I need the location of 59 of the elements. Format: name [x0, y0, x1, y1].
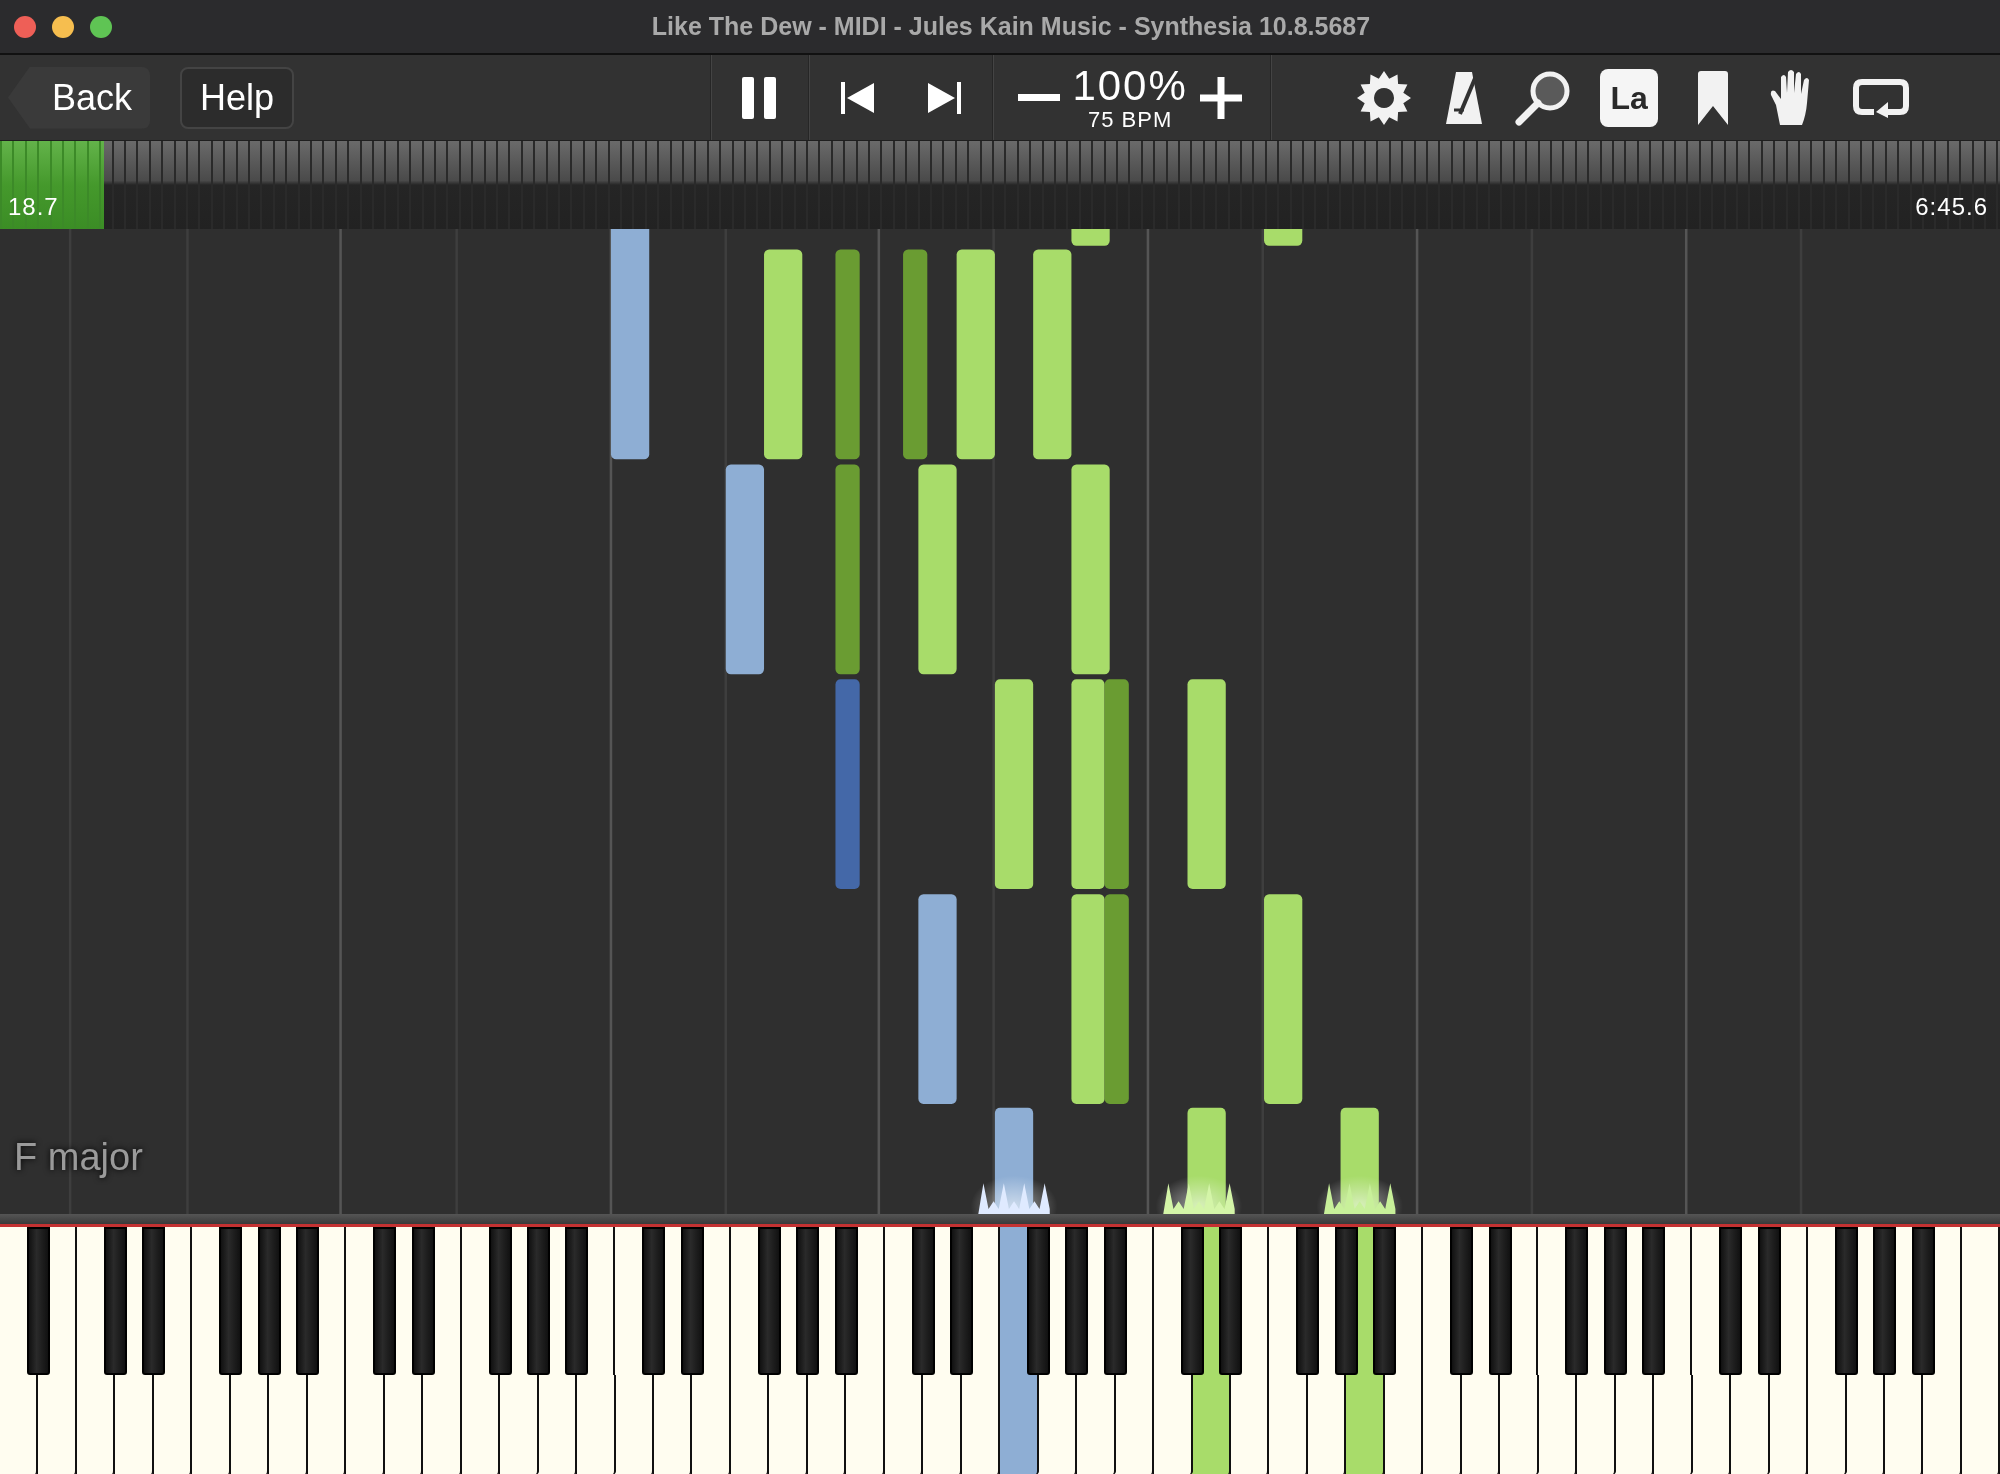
sharp-key[interactable]	[796, 1227, 820, 1376]
sharp-key[interactable]	[142, 1227, 166, 1376]
sharp-key[interactable]	[1642, 1227, 1666, 1376]
sharp-key[interactable]	[680, 1227, 704, 1376]
skip-forward-icon[interactable]	[926, 79, 963, 116]
sharp-key[interactable]	[1603, 1227, 1627, 1376]
help-button[interactable]: Help	[180, 66, 295, 129]
sharp-key[interactable]	[526, 1227, 550, 1376]
sharp-key[interactable]	[1719, 1227, 1743, 1376]
sharp-key[interactable]	[373, 1227, 397, 1376]
sharp-key[interactable]	[1565, 1227, 1589, 1376]
close-button[interactable]	[14, 15, 36, 38]
note-bar	[1071, 229, 1110, 246]
sharp-key[interactable]	[257, 1227, 281, 1376]
sharp-key[interactable]	[950, 1227, 974, 1376]
sharp-key[interactable]	[834, 1227, 858, 1376]
sharp-key[interactable]	[103, 1227, 127, 1376]
plus-icon[interactable]	[1200, 76, 1243, 119]
sharp-key[interactable]	[296, 1227, 320, 1376]
sharp-key[interactable]	[1834, 1227, 1858, 1376]
sharp-key[interactable]	[219, 1227, 243, 1376]
sharp-key[interactable]	[757, 1227, 781, 1376]
sharp-key[interactable]	[1911, 1227, 1935, 1376]
sharp-key[interactable]	[1873, 1227, 1897, 1376]
key-signature: F major	[14, 1135, 143, 1180]
speed-percent: 100%	[1072, 64, 1188, 107]
sharp-key[interactable]	[1065, 1227, 1089, 1376]
bookmark-icon[interactable]	[1696, 69, 1731, 126]
label-toggle-button[interactable]: La	[1600, 68, 1659, 127]
sharp-key[interactable]	[26, 1227, 50, 1376]
note-bar	[1264, 229, 1303, 246]
sharp-key[interactable]	[1757, 1227, 1781, 1376]
sharp-key[interactable]	[1373, 1227, 1397, 1376]
sharp-key[interactable]	[1103, 1227, 1127, 1376]
minus-icon[interactable]	[1018, 93, 1061, 102]
sharp-key[interactable]	[565, 1227, 589, 1376]
loop-icon[interactable]	[1852, 77, 1911, 118]
window-title: Like The Dew - MIDI - Jules Kain Music - Synthesia 10.8.5687	[650, 10, 1372, 42]
minimize-button[interactable]	[52, 15, 74, 38]
sharp-key[interactable]	[911, 1227, 935, 1376]
tempo-bpm: 75 BPM	[1087, 108, 1173, 131]
sharp-key[interactable]	[1026, 1227, 1050, 1376]
settings-icon[interactable]	[1356, 69, 1413, 126]
total-time: 6:45.6	[1915, 192, 1988, 222]
timeline-bar[interactable]: 18.7 6:45.6	[0, 141, 2000, 229]
sharp-key[interactable]	[1450, 1227, 1474, 1376]
sharp-key[interactable]	[1180, 1227, 1204, 1376]
sharp-key[interactable]	[411, 1227, 435, 1376]
sharp-key[interactable]	[488, 1227, 512, 1376]
back-button[interactable]: Back	[8, 66, 151, 129]
metronome-icon[interactable]	[1444, 69, 1485, 126]
elapsed-time: 18.7	[8, 192, 59, 222]
sharp-key[interactable]	[1334, 1227, 1358, 1376]
sharp-key[interactable]	[642, 1227, 666, 1376]
skip-back-icon[interactable]	[840, 79, 877, 116]
sharp-key[interactable]	[1296, 1227, 1320, 1376]
zoom-button[interactable]	[90, 15, 112, 38]
sharp-key[interactable]	[1219, 1227, 1243, 1376]
sharp-key[interactable]	[1488, 1227, 1512, 1376]
